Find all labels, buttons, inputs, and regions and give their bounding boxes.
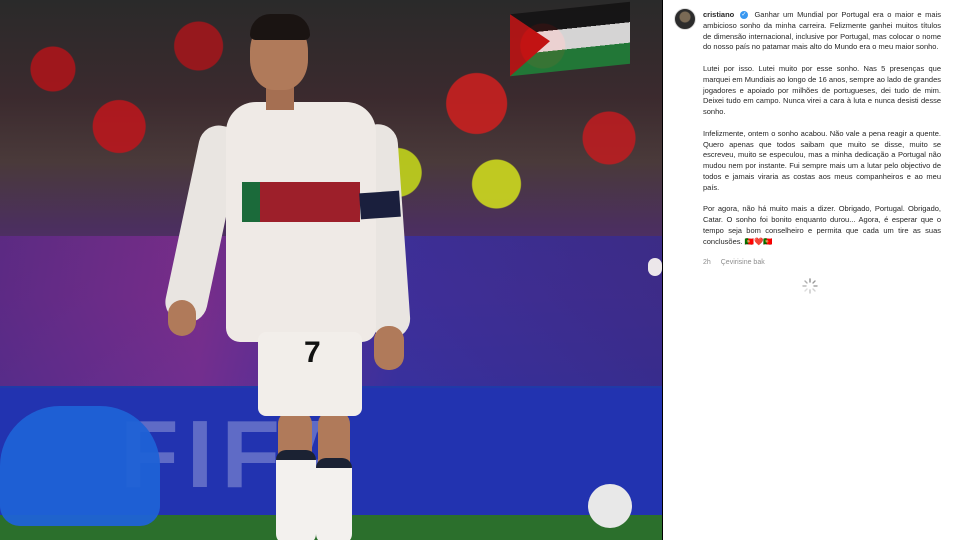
loading-spinner-icon [802,278,818,294]
player-left-hand [168,300,196,336]
caption-panel: cristiano ✓ Ganhar um Mundial por Portug… [663,0,960,540]
like-heart-bubble[interactable] [648,258,662,276]
caption-text-1: Ganhar um Mundial por Portugal era o mai… [703,10,941,52]
avatar[interactable] [674,8,696,30]
captain-armband [359,190,401,220]
username-link[interactable]: cristiano [703,10,734,19]
caption-emoji: 🇵🇹❤️🇵🇹 [744,236,773,246]
caption-paragraph-1: cristiano ✓ Ganhar um Mundial por Portug… [703,10,941,53]
caption-paragraph-3: Infelizmente, ontem o sonho acabou. Não … [703,128,941,192]
player-figure: 7 [161,14,418,540]
caption-text-4: Por agora, não há muito mais a dizer. Ob… [703,204,941,246]
jersey-stripe-green [242,182,260,222]
player-left-sock [276,450,316,540]
player-right-sock [316,458,352,540]
verified-check-icon: ✓ [739,11,748,20]
post-photo[interactable]: FIFA 7 [0,0,662,540]
player-hair [250,14,310,40]
caption-paragraph-2: Lutei por isso. Lutei muito por esse son… [703,63,941,117]
player-right-hand [374,326,404,370]
goalkeeper-figure [0,406,160,526]
translate-link[interactable]: Çevirisine bak [721,259,765,266]
time-ago: 2h [703,259,711,266]
player-jersey [226,102,376,342]
flag-in-crowd [510,1,630,77]
post-caption: cristiano ✓ Ganhar um Mundial por Portug… [703,10,941,258]
football [588,484,632,528]
caption-paragraph-4: Por agora, não há muito mais a dizer. Ob… [703,204,941,247]
shorts-number: 7 [304,336,321,369]
post-meta: 2h Çevirisine bak [703,259,773,266]
